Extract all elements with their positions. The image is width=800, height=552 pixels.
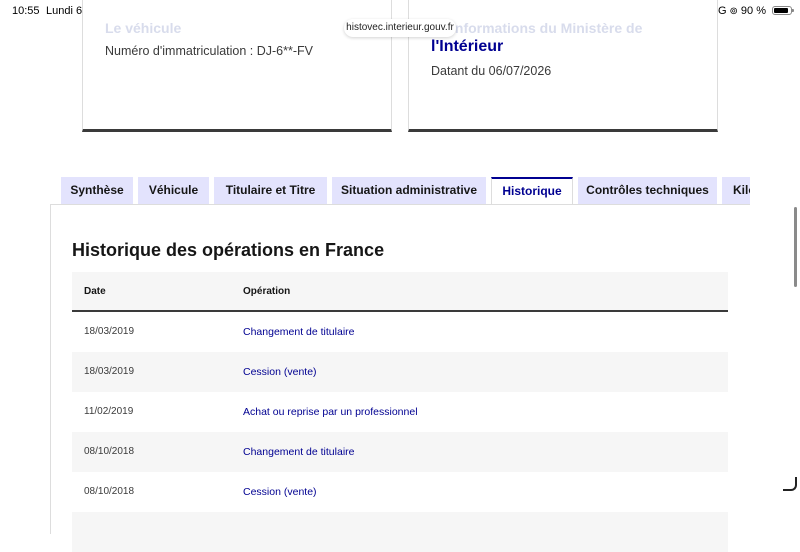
battery-label: 90 % [740, 5, 766, 17]
tab-bar: Synthèse Véhicule Titulaire et Titre Sit… [61, 177, 750, 204]
scrollbar[interactable] [794, 207, 797, 287]
ministry-card-title: l'Intérieur [431, 38, 504, 55]
orientation-lock-icon: ⊚ [729, 5, 738, 17]
row-operation: Cession (vente) [243, 366, 317, 378]
row-operation: Changement de titulaire [243, 446, 355, 458]
history-title: Historique des opérations en France [72, 240, 385, 260]
table-row: 18/03/2019 Changement de titulaire [72, 312, 728, 352]
ministry-card: Informations du Ministère de l'Intérieur… [408, 0, 718, 132]
ministry-card-heading: Informations du Ministère de [451, 20, 643, 36]
tab-controles-techniques[interactable]: Contrôles techniques [578, 177, 717, 204]
column-header-date: Date [84, 286, 106, 297]
row-operation: Achat ou reprise par un professionnel [243, 406, 418, 418]
status-time: 10:55 [12, 5, 40, 17]
registration-number: Numéro d'immatriculation : DJ-6**-FV [105, 44, 313, 58]
tab-situation-administrative[interactable]: Situation administrative [332, 177, 486, 204]
vehicle-card: Le véhicule Numéro d'immatriculation : D… [82, 0, 392, 132]
table-row: 08/10/2018 Changement de titulaire [72, 432, 728, 472]
table-row: 18/03/2019 Cession (vente) [72, 352, 728, 392]
ministry-card-date: Datant du 06/07/2026 [431, 64, 552, 78]
battery-icon [772, 6, 794, 15]
row-date: 08/10/2018 [84, 446, 135, 457]
resize-corner-icon [783, 477, 797, 491]
row-date: 18/03/2019 [84, 326, 135, 337]
row-date: 11/02/2019 [84, 406, 134, 417]
tab-synthese[interactable]: Synthèse [61, 177, 133, 204]
url-bar[interactable]: histovec.interieur.gouv.fr [344, 19, 456, 37]
row-date: 08/10/2018 [84, 486, 135, 497]
tab-vehicule[interactable]: Véhicule [138, 177, 209, 204]
table-row [72, 512, 728, 552]
tab-kilometrage[interactable]: Kilo [722, 177, 750, 204]
history-table: Date Opération 18/03/2019 Changement de … [72, 272, 728, 552]
row-operation: Changement de titulaire [243, 326, 355, 338]
tab-titulaire-titre[interactable]: Titulaire et Titre [214, 177, 327, 204]
vehicle-card-heading: Le véhicule [105, 20, 182, 36]
table-row: 08/10/2018 Cession (vente) [72, 472, 728, 512]
row-date: 18/03/2019 [84, 366, 135, 377]
table-header: Date Opération [72, 272, 728, 312]
battery-fill [774, 8, 789, 13]
table-row: 11/02/2019 Achat ou reprise par un profe… [72, 392, 728, 432]
row-operation: Cession (vente) [243, 486, 317, 498]
column-header-operation: Opération [243, 286, 291, 297]
tab-historique[interactable]: Historique [491, 177, 573, 204]
